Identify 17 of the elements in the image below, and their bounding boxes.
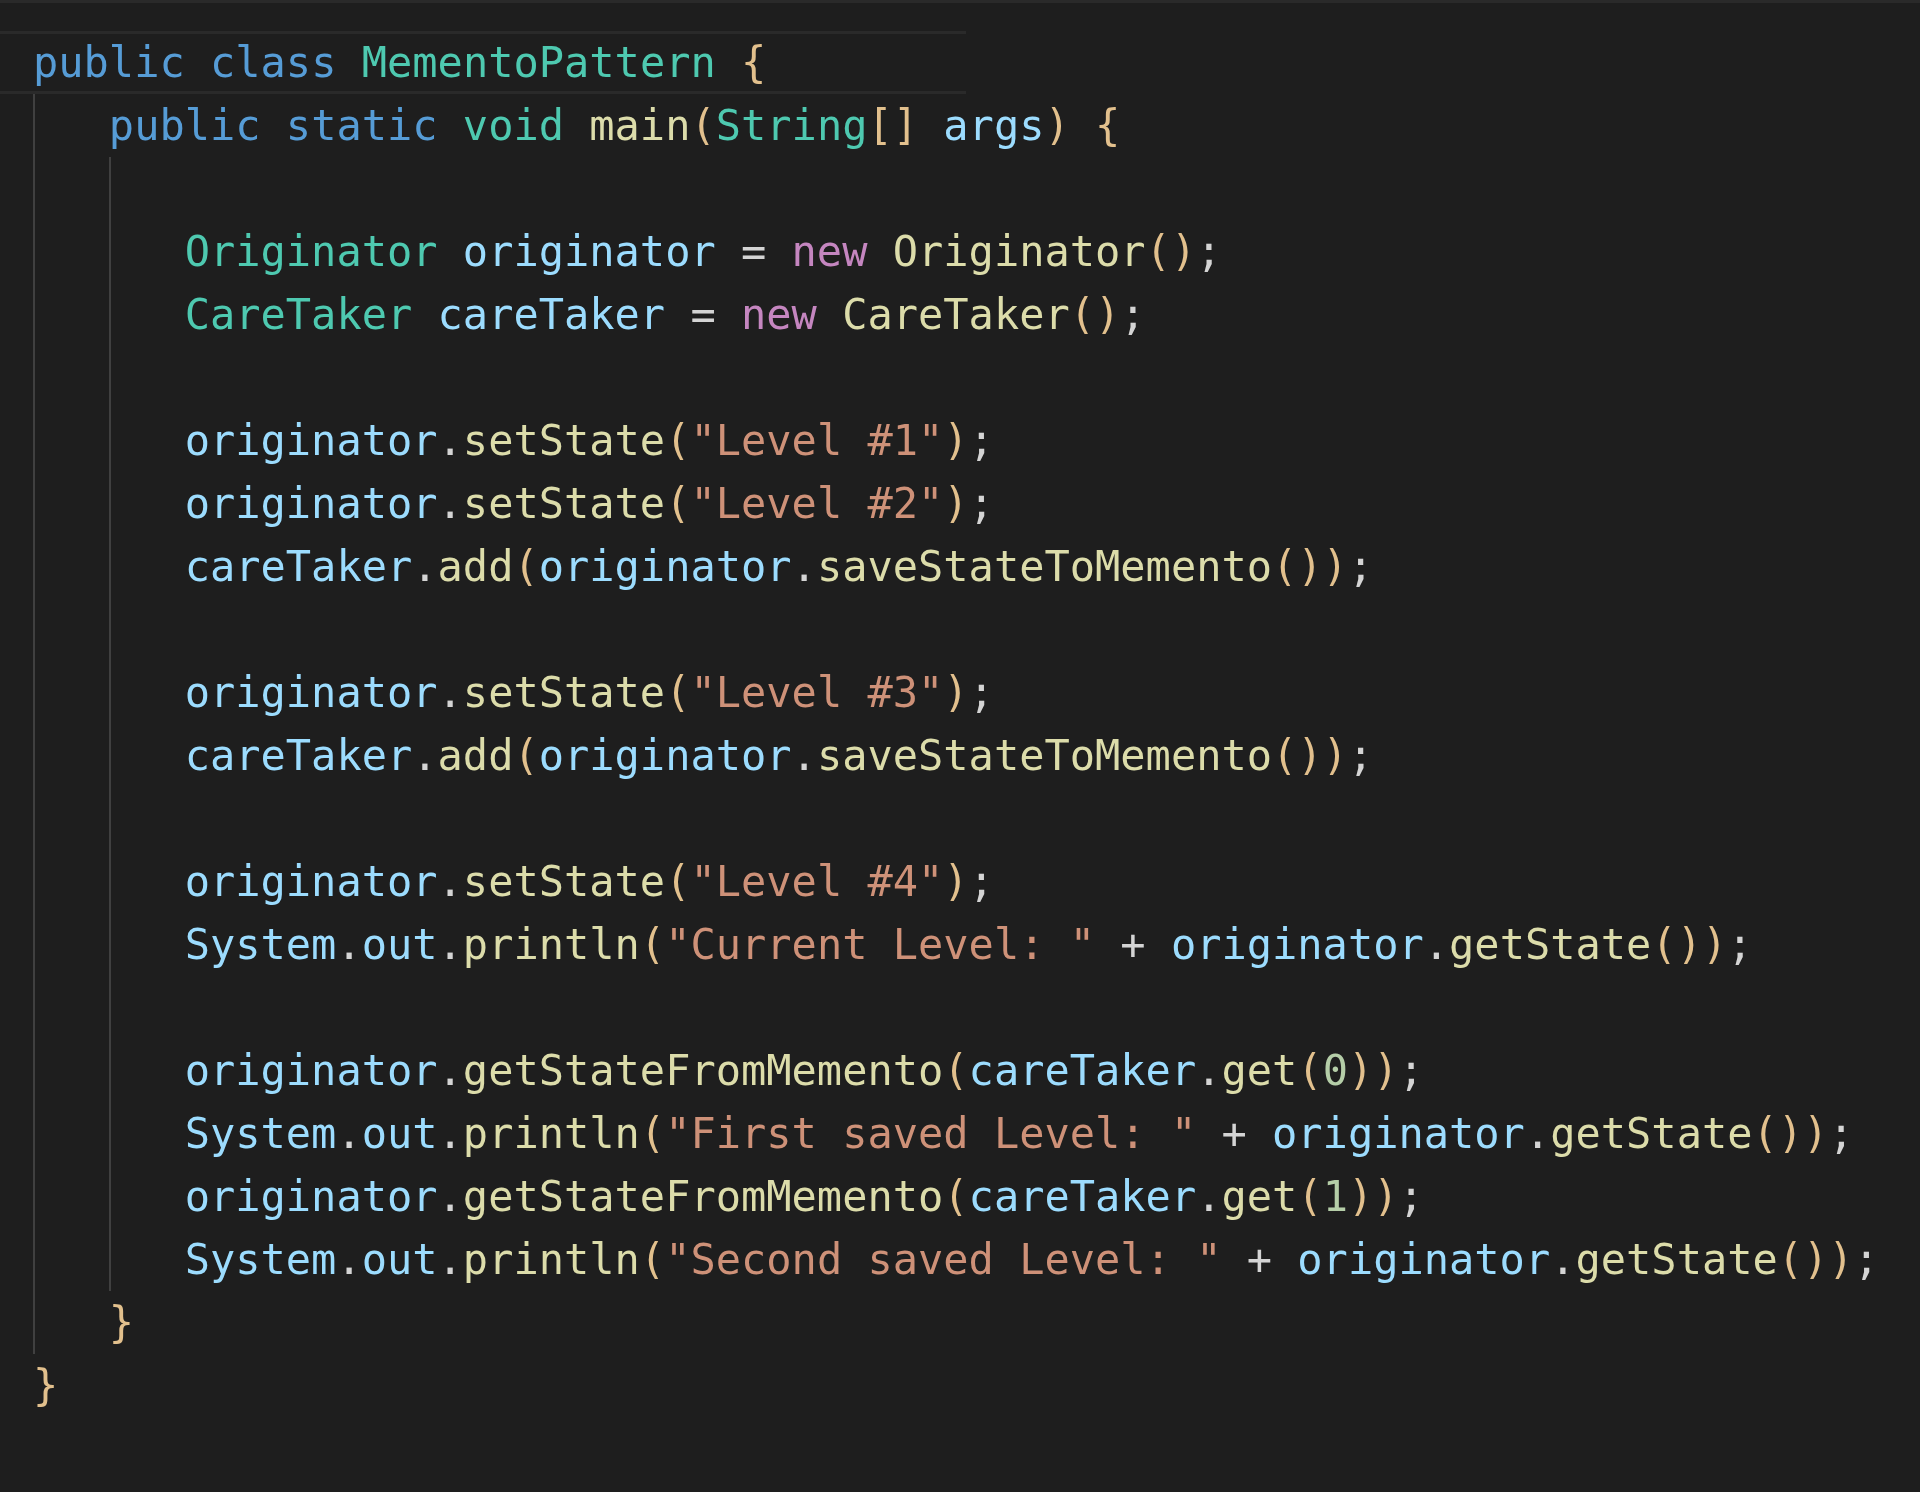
code-line: public static void main(String[] args) { bbox=[108, 100, 1121, 152]
code-line: System.out.println("First saved Level: " + originator.getState()); bbox=[184, 1108, 1854, 1160]
code-line: originator.setState("Level #4"); bbox=[184, 856, 994, 908]
code-line: System.out.println("Second saved Level: " + originator.getState()); bbox=[184, 1234, 1879, 1286]
code-line: originator.setState("Level #2"); bbox=[184, 478, 994, 530]
code-line: careTaker.add(originator.saveStateToMemento()); bbox=[184, 730, 1374, 782]
code-line: } bbox=[33, 1360, 59, 1412]
code-line: Originator originator = new Originator(); bbox=[184, 226, 1222, 278]
code-line: public class MementoPattern { bbox=[0, 31, 967, 94]
code-line: originator.setState("Level #1"); bbox=[184, 415, 994, 467]
code-line: CareTaker careTaker = new CareTaker(); bbox=[184, 289, 1146, 341]
code-line: originator.getStateFromMemento(careTaker.get(1)); bbox=[184, 1171, 1424, 1223]
code-line: originator.setState("Level #3"); bbox=[184, 667, 994, 719]
code-line: careTaker.add(originator.saveStateToMemento()); bbox=[184, 541, 1374, 593]
code-line: originator.getStateFromMemento(careTaker.get(0)); bbox=[184, 1045, 1424, 1097]
code-line: } bbox=[108, 1297, 135, 1349]
code-line: System.out.println("Current Level: " + originator.getState()); bbox=[184, 919, 1753, 971]
